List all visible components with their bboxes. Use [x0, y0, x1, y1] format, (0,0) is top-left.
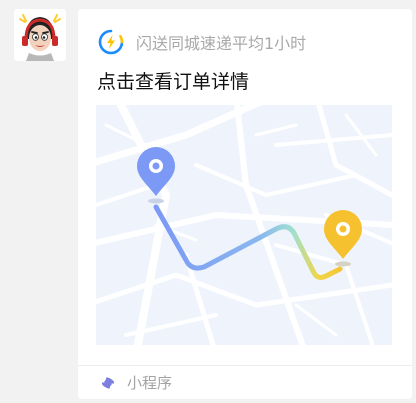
route-map: [96, 105, 392, 345]
sender-avatar[interactable]: [14, 9, 66, 61]
app-name: 闪送同城速递平均1小时: [136, 34, 307, 53]
mini-program-label: 小程序: [127, 374, 173, 392]
card-footer: 小程序: [78, 365, 412, 399]
mini-program-icon: [102, 377, 114, 388]
avatar-illustration: [14, 9, 66, 61]
app-header: 闪送同城速递平均1小时: [98, 29, 306, 55]
destination-pin: [324, 210, 362, 267]
mini-program-card[interactable]: 闪送同城速递平均1小时 点击查看订单详情 小程序: [78, 9, 412, 399]
map-graphic: [96, 105, 392, 345]
lightning-bolt-icon: [98, 29, 124, 55]
card-title: 点击查看订单详情: [97, 71, 250, 93]
